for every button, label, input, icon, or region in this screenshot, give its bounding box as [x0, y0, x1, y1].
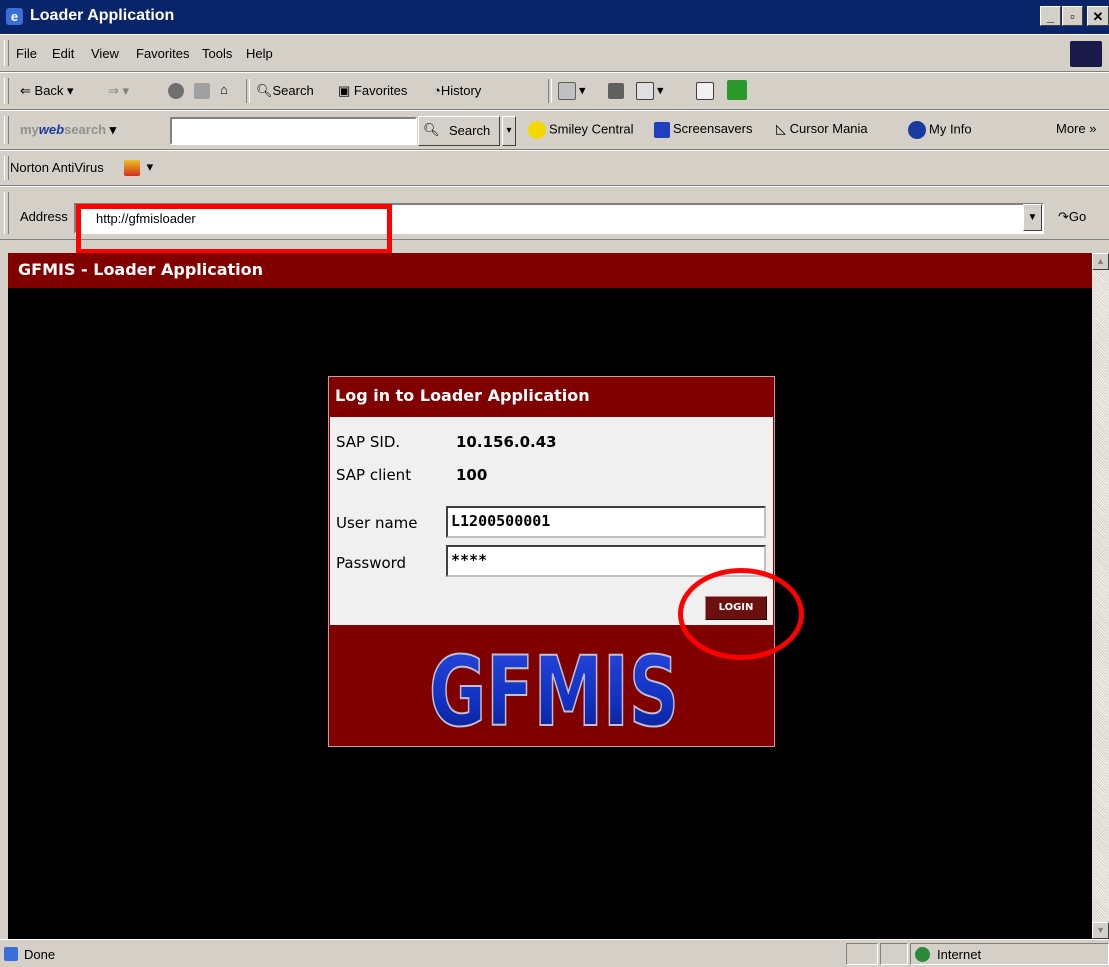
smiley-central-link[interactable]: Smiley Central [528, 121, 634, 139]
websearch-brand[interactable]: mywebsearch ▾ [20, 122, 116, 138]
magnifier-icon: 🔍︎ [423, 122, 440, 137]
my-info-link[interactable]: My Info [908, 121, 972, 139]
websearch-search-button[interactable]: 🔍︎ Search [418, 116, 500, 146]
username-input[interactable]: L1200500001 [446, 506, 766, 538]
address-bar: Address http://gfmisloader ▼ ↷Go [0, 186, 1109, 254]
menu-bar: File Edit View Favorites Tools Help [0, 34, 1109, 72]
refresh-button[interactable] [194, 82, 213, 99]
sap-sid-label: SAP SID. [336, 433, 401, 451]
websearch-input[interactable] [170, 117, 417, 145]
login-highlight-annotation [678, 568, 804, 660]
screensavers-link[interactable]: Screensavers [654, 121, 752, 138]
sap-sid-value: 10.156.0.43 [456, 433, 557, 451]
edit-button[interactable]: ▾ [636, 82, 664, 100]
zone-text: Internet [937, 947, 982, 962]
sap-client-value: 100 [456, 466, 488, 484]
page-header: GFMIS - Loader Application [8, 253, 1092, 288]
print-button[interactable] [608, 82, 627, 99]
more-button[interactable]: More » [1056, 121, 1096, 136]
print-icon [608, 82, 624, 99]
address-dropdown-button[interactable]: ▼ [1023, 204, 1042, 231]
home-icon: ⌂ [220, 82, 228, 97]
status-bar: Done Internet [0, 939, 1109, 967]
mail-icon [558, 82, 576, 100]
window-title-bar[interactable]: e Loader Application _ ▫ ✕ [0, 0, 1109, 34]
mail-button[interactable]: ▾ [558, 82, 586, 100]
websearch-dropdown-button[interactable]: ▾ [502, 116, 516, 146]
status-panel-1 [846, 943, 878, 965]
websearch-toolbar: mywebsearch ▾ 🔍︎ Search ▾ Smiley Central… [0, 110, 1109, 150]
cursor-icon: ◺ [776, 121, 786, 136]
info-icon [908, 121, 926, 139]
password-label: Password [336, 554, 407, 572]
url-highlight-annotation [76, 204, 392, 254]
discuss-button[interactable] [696, 82, 717, 100]
sap-client-label: SAP client [336, 466, 412, 484]
login-panel: Log in to Loader Application SAP SID. 10… [328, 376, 775, 747]
ie-icon: e [6, 8, 23, 25]
menu-file[interactable]: File [16, 46, 37, 61]
messenger-lite-button[interactable] [727, 80, 750, 100]
standard-toolbar: ⇐ Back ▾ ⇒ ▾ ⌂ 🔍︎Search ▣ Favorites ◔His… [0, 72, 1109, 110]
gfmis-logo: GFMIS [428, 635, 680, 739]
search-icon: 🔍︎ [256, 83, 273, 98]
back-button[interactable]: ⇐ Back ▾ [20, 83, 74, 99]
norton-toolbar: Norton AntiVirus ▾ [0, 150, 1109, 186]
norton-menu-button[interactable]: ▾ [124, 159, 153, 176]
address-label: Address [20, 209, 68, 224]
discuss-icon [696, 82, 714, 100]
menu-edit[interactable]: Edit [52, 46, 74, 61]
windows-logo-icon [1070, 41, 1102, 67]
monitor-icon [654, 121, 670, 138]
home-button[interactable]: ⌂ [220, 82, 228, 97]
menu-help[interactable]: Help [246, 46, 273, 61]
favorites-button[interactable]: ▣ Favorites [338, 83, 407, 99]
refresh-icon [194, 82, 210, 99]
menu-view[interactable]: View [91, 46, 119, 61]
scroll-up-button[interactable]: ▲ [1092, 253, 1109, 270]
maximize-button[interactable]: ▫ [1062, 6, 1083, 26]
norton-icon [124, 159, 140, 176]
minimize-button[interactable]: _ [1040, 6, 1061, 26]
menu-favorites[interactable]: Favorites [136, 46, 189, 61]
page-header-title: GFMIS - Loader Application [18, 260, 264, 279]
gfmis-logo-text: GFMIS [429, 636, 679, 739]
back-arrow-icon: ⇐ [20, 83, 31, 98]
favorites-icon: ▣ [338, 83, 351, 98]
stop-button[interactable] [168, 82, 187, 99]
go-button[interactable]: ↷Go [1058, 209, 1086, 225]
stop-icon [168, 82, 184, 99]
edit-icon [636, 82, 654, 100]
search-button[interactable]: 🔍︎Search [256, 83, 314, 99]
window-title: Loader Application [30, 7, 175, 24]
scroll-down-button[interactable]: ▼ [1092, 922, 1109, 939]
forward-button[interactable]: ⇒ ▾ [108, 83, 129, 99]
norton-antivirus-label: Norton AntiVirus [10, 160, 104, 175]
globe-icon [915, 946, 933, 963]
zone-panel: Internet [910, 943, 1109, 965]
history-icon: ◔ [433, 83, 441, 98]
login-title: Log in to Loader Application [335, 386, 590, 405]
messenger-lite-icon [727, 80, 747, 100]
username-label: User name [336, 514, 418, 532]
status-text: Done [24, 947, 56, 962]
smiley-icon [528, 121, 546, 139]
history-button[interactable]: ◔History [433, 83, 481, 98]
forward-arrow-icon: ⇒ [108, 83, 119, 98]
go-arrow-icon: ↷ [1058, 209, 1069, 224]
cursor-mania-link[interactable]: ◺ Cursor Mania [776, 121, 868, 137]
menu-tools[interactable]: Tools [202, 46, 232, 61]
close-button[interactable]: ✕ [1087, 6, 1109, 26]
vertical-scrollbar[interactable]: ▲ ▼ [1092, 253, 1109, 939]
page-status-icon [4, 945, 21, 961]
status-panel-2 [880, 943, 908, 965]
